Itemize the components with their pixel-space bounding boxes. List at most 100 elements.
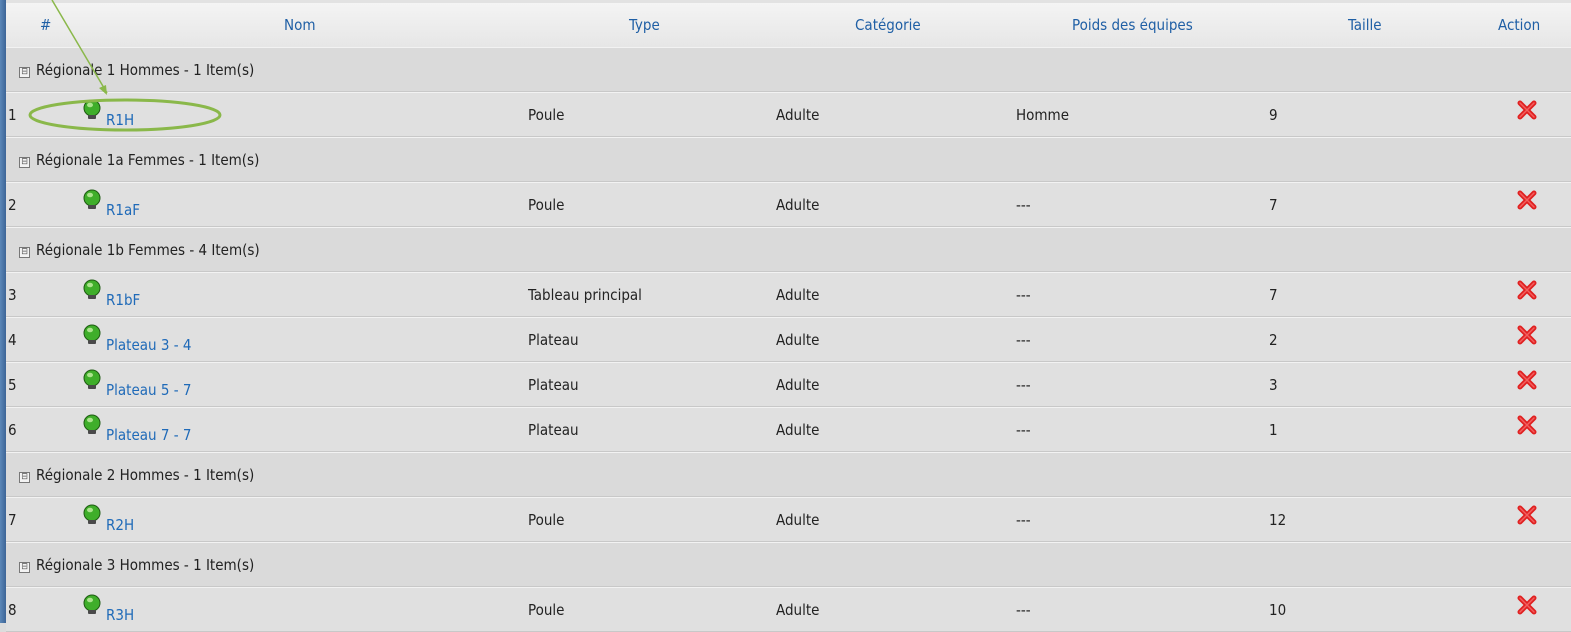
type-cell: Poule: [528, 601, 565, 619]
group-row[interactable]: ⊟ Régionale 1b Femmes - 4 Item(s): [6, 227, 1571, 272]
green-status-icon: [83, 98, 101, 120]
delete-icon[interactable]: [1516, 504, 1538, 526]
green-status-icon: [83, 503, 101, 525]
type-cell: Plateau: [528, 331, 579, 349]
table-row[interactable]: 4 Plateau 3 - 4 Plateau Adulte --- 2: [6, 317, 1571, 362]
poids-cell: ---: [1016, 421, 1031, 439]
taille-cell: 9: [1269, 106, 1278, 124]
green-status-icon: [83, 413, 101, 435]
taille-cell: 7: [1269, 286, 1278, 304]
type-cell: Plateau: [528, 421, 579, 439]
group-label: ⊟ Régionale 1b Femmes - 4 Item(s): [19, 241, 260, 259]
group-title: Régionale 2 Hommes - 1 Item(s): [36, 466, 255, 484]
column-header-number[interactable]: #: [40, 16, 51, 34]
poids-cell: ---: [1016, 376, 1031, 394]
competition-name-link[interactable]: Plateau 3 - 4: [106, 336, 191, 354]
row-number: 8: [8, 601, 17, 619]
delete-icon[interactable]: [1516, 279, 1538, 301]
column-header-type[interactable]: Type: [629, 16, 660, 34]
group-row[interactable]: ⊟ Régionale 1 Hommes - 1 Item(s): [6, 47, 1571, 92]
poids-cell: ---: [1016, 196, 1031, 214]
grid-header: # Nom Type Catégorie Poids des équipes T…: [6, 0, 1571, 47]
competition-name-link[interactable]: R3H: [106, 606, 134, 624]
categorie-cell: Adulte: [776, 421, 820, 439]
poids-cell: ---: [1016, 286, 1031, 304]
table-row[interactable]: 6 Plateau 7 - 7 Plateau Adulte --- 1: [6, 407, 1571, 452]
group-row[interactable]: ⊟ Régionale 3 Hommes - 1 Item(s): [6, 542, 1571, 587]
group-row[interactable]: ⊟ Régionale 2 Hommes - 1 Item(s): [6, 452, 1571, 497]
column-header-taille[interactable]: Taille: [1348, 16, 1382, 34]
table-row[interactable]: 7 R2H Poule Adulte --- 12: [6, 497, 1571, 542]
type-cell: Tableau principal: [528, 286, 642, 304]
taille-cell: 3: [1269, 376, 1278, 394]
group-title: Régionale 1a Femmes - 1 Item(s): [36, 151, 260, 169]
row-number: 1: [8, 106, 17, 124]
group-label: ⊟ Régionale 2 Hommes - 1 Item(s): [19, 466, 254, 484]
delete-icon[interactable]: [1516, 594, 1538, 616]
group-label: ⊟ Régionale 3 Hommes - 1 Item(s): [19, 556, 254, 574]
group-title: Régionale 3 Hommes - 1 Item(s): [36, 556, 255, 574]
type-cell: Plateau: [528, 376, 579, 394]
collapse-icon[interactable]: ⊟: [19, 157, 30, 168]
row-number: 6: [8, 421, 17, 439]
competition-name-link[interactable]: R1aF: [106, 201, 140, 219]
taille-cell: 7: [1269, 196, 1278, 214]
delete-icon[interactable]: [1516, 189, 1538, 211]
delete-icon[interactable]: [1516, 324, 1538, 346]
green-status-icon: [83, 368, 101, 390]
group-label: ⊟ Régionale 1 Hommes - 1 Item(s): [19, 61, 254, 79]
row-number: 7: [8, 511, 17, 529]
collapse-icon[interactable]: ⊟: [19, 562, 30, 573]
type-cell: Poule: [528, 196, 565, 214]
competition-name-link[interactable]: Plateau 7 - 7: [106, 426, 191, 444]
collapse-icon[interactable]: ⊟: [19, 247, 30, 258]
taille-cell: 10: [1269, 601, 1287, 619]
green-status-icon: [83, 188, 101, 210]
row-number: 2: [8, 196, 17, 214]
table-row[interactable]: 5 Plateau 5 - 7 Plateau Adulte --- 3: [6, 362, 1571, 407]
table-row[interactable]: 8 R3H Poule Adulte --- 10: [6, 587, 1571, 632]
group-title: Régionale 1 Hommes - 1 Item(s): [36, 61, 255, 79]
competition-name-link[interactable]: R1H: [106, 111, 134, 129]
table-row[interactable]: 2 R1aF Poule Adulte --- 7: [6, 182, 1571, 227]
delete-icon[interactable]: [1516, 99, 1538, 121]
green-status-icon: [83, 278, 101, 300]
categorie-cell: Adulte: [776, 196, 820, 214]
poids-cell: ---: [1016, 511, 1031, 529]
categorie-cell: Adulte: [776, 511, 820, 529]
group-label: ⊟ Régionale 1a Femmes - 1 Item(s): [19, 151, 259, 169]
green-status-icon: [83, 593, 101, 615]
table-row[interactable]: 3 R1bF Tableau principal Adulte --- 7: [6, 272, 1571, 317]
type-cell: Poule: [528, 511, 565, 529]
collapse-icon[interactable]: ⊟: [19, 67, 30, 78]
column-header-poids[interactable]: Poids des équipes: [1072, 16, 1193, 34]
taille-cell: 2: [1269, 331, 1278, 349]
delete-icon[interactable]: [1516, 414, 1538, 436]
collapse-icon[interactable]: ⊟: [19, 472, 30, 483]
table-row[interactable]: 1 R1H Poule Adulte Homme 9: [6, 92, 1571, 137]
row-number: 4: [8, 331, 17, 349]
type-cell: Poule: [528, 106, 565, 124]
green-status-icon: [83, 323, 101, 345]
competition-name-link[interactable]: Plateau 5 - 7: [106, 381, 191, 399]
categorie-cell: Adulte: [776, 286, 820, 304]
competition-name-link[interactable]: R1bF: [106, 291, 140, 309]
categorie-cell: Adulte: [776, 376, 820, 394]
group-row[interactable]: ⊟ Régionale 1a Femmes - 1 Item(s): [6, 137, 1571, 182]
poids-cell: ---: [1016, 331, 1031, 349]
column-header-categorie[interactable]: Catégorie: [855, 16, 921, 34]
column-header-nom[interactable]: Nom: [284, 16, 316, 34]
categorie-cell: Adulte: [776, 106, 820, 124]
row-number: 3: [8, 286, 17, 304]
poids-cell: ---: [1016, 601, 1031, 619]
column-header-action[interactable]: Action: [1498, 16, 1540, 34]
row-number: 5: [8, 376, 17, 394]
competition-name-link[interactable]: R2H: [106, 516, 134, 534]
taille-cell: 12: [1269, 511, 1287, 529]
categorie-cell: Adulte: [776, 601, 820, 619]
competitions-grid: # Nom Type Catégorie Poids des équipes T…: [6, 0, 1571, 632]
taille-cell: 1: [1269, 421, 1278, 439]
poids-cell: Homme: [1016, 106, 1070, 124]
delete-icon[interactable]: [1516, 369, 1538, 391]
group-title: Régionale 1b Femmes - 4 Item(s): [36, 241, 260, 259]
